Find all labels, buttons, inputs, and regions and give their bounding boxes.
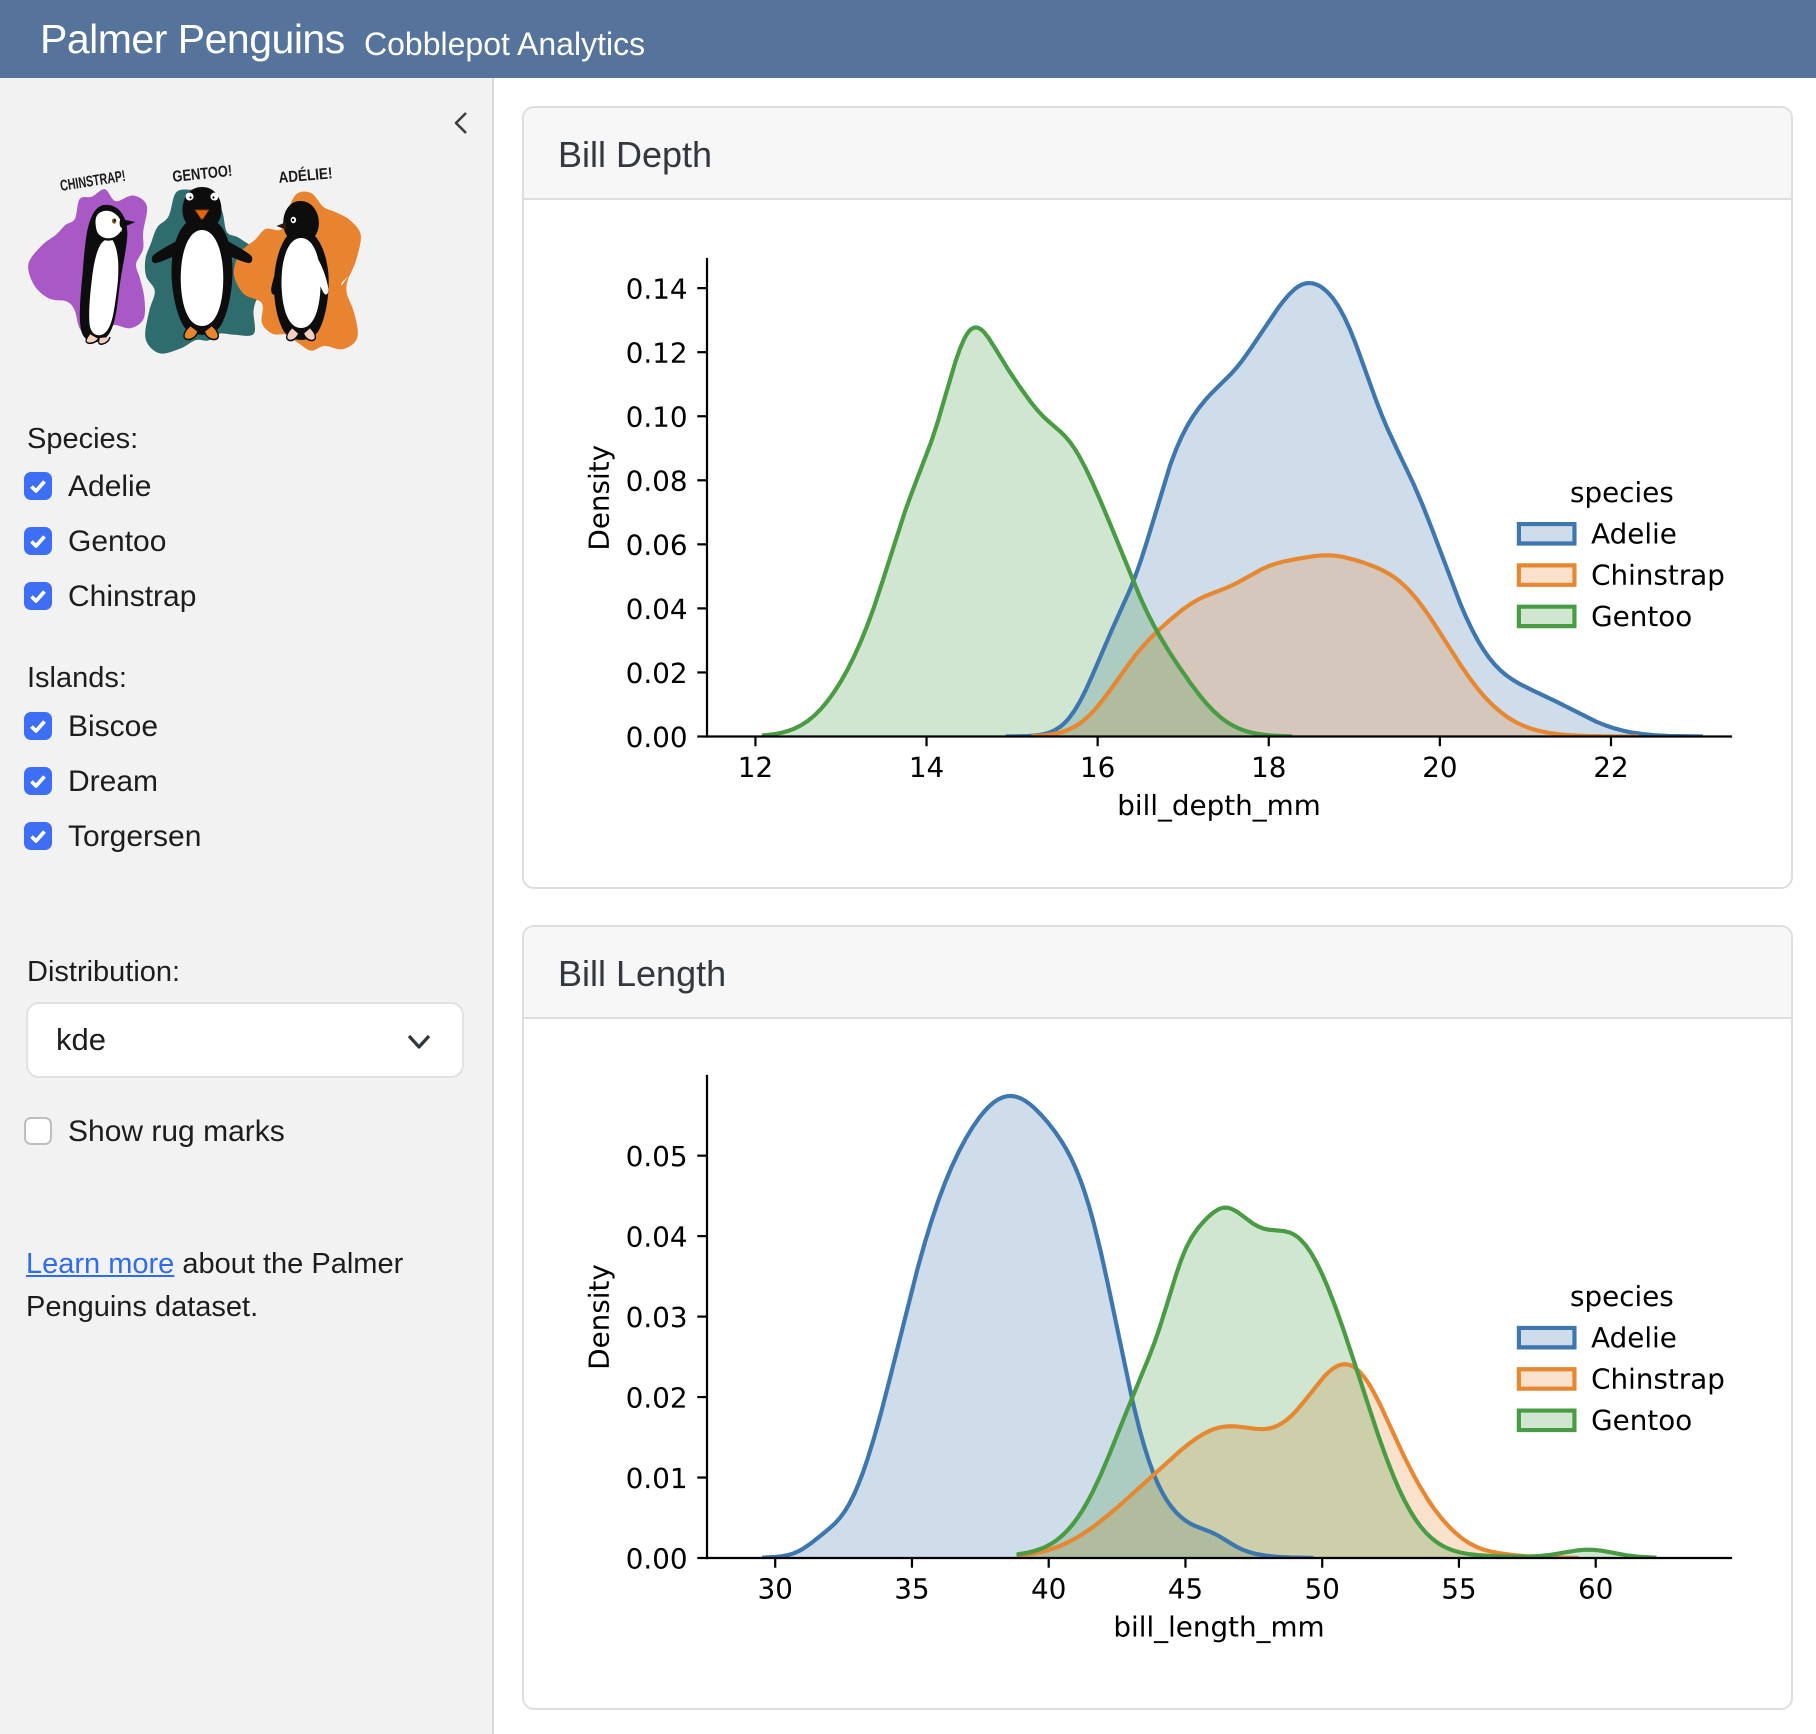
svg-text:ADÉLIE!: ADÉLIE! (278, 163, 333, 187)
svg-text:CHINSTRAP!: CHINSTRAP! (59, 168, 127, 195)
svg-text:GENTOO!: GENTOO! (172, 163, 233, 186)
